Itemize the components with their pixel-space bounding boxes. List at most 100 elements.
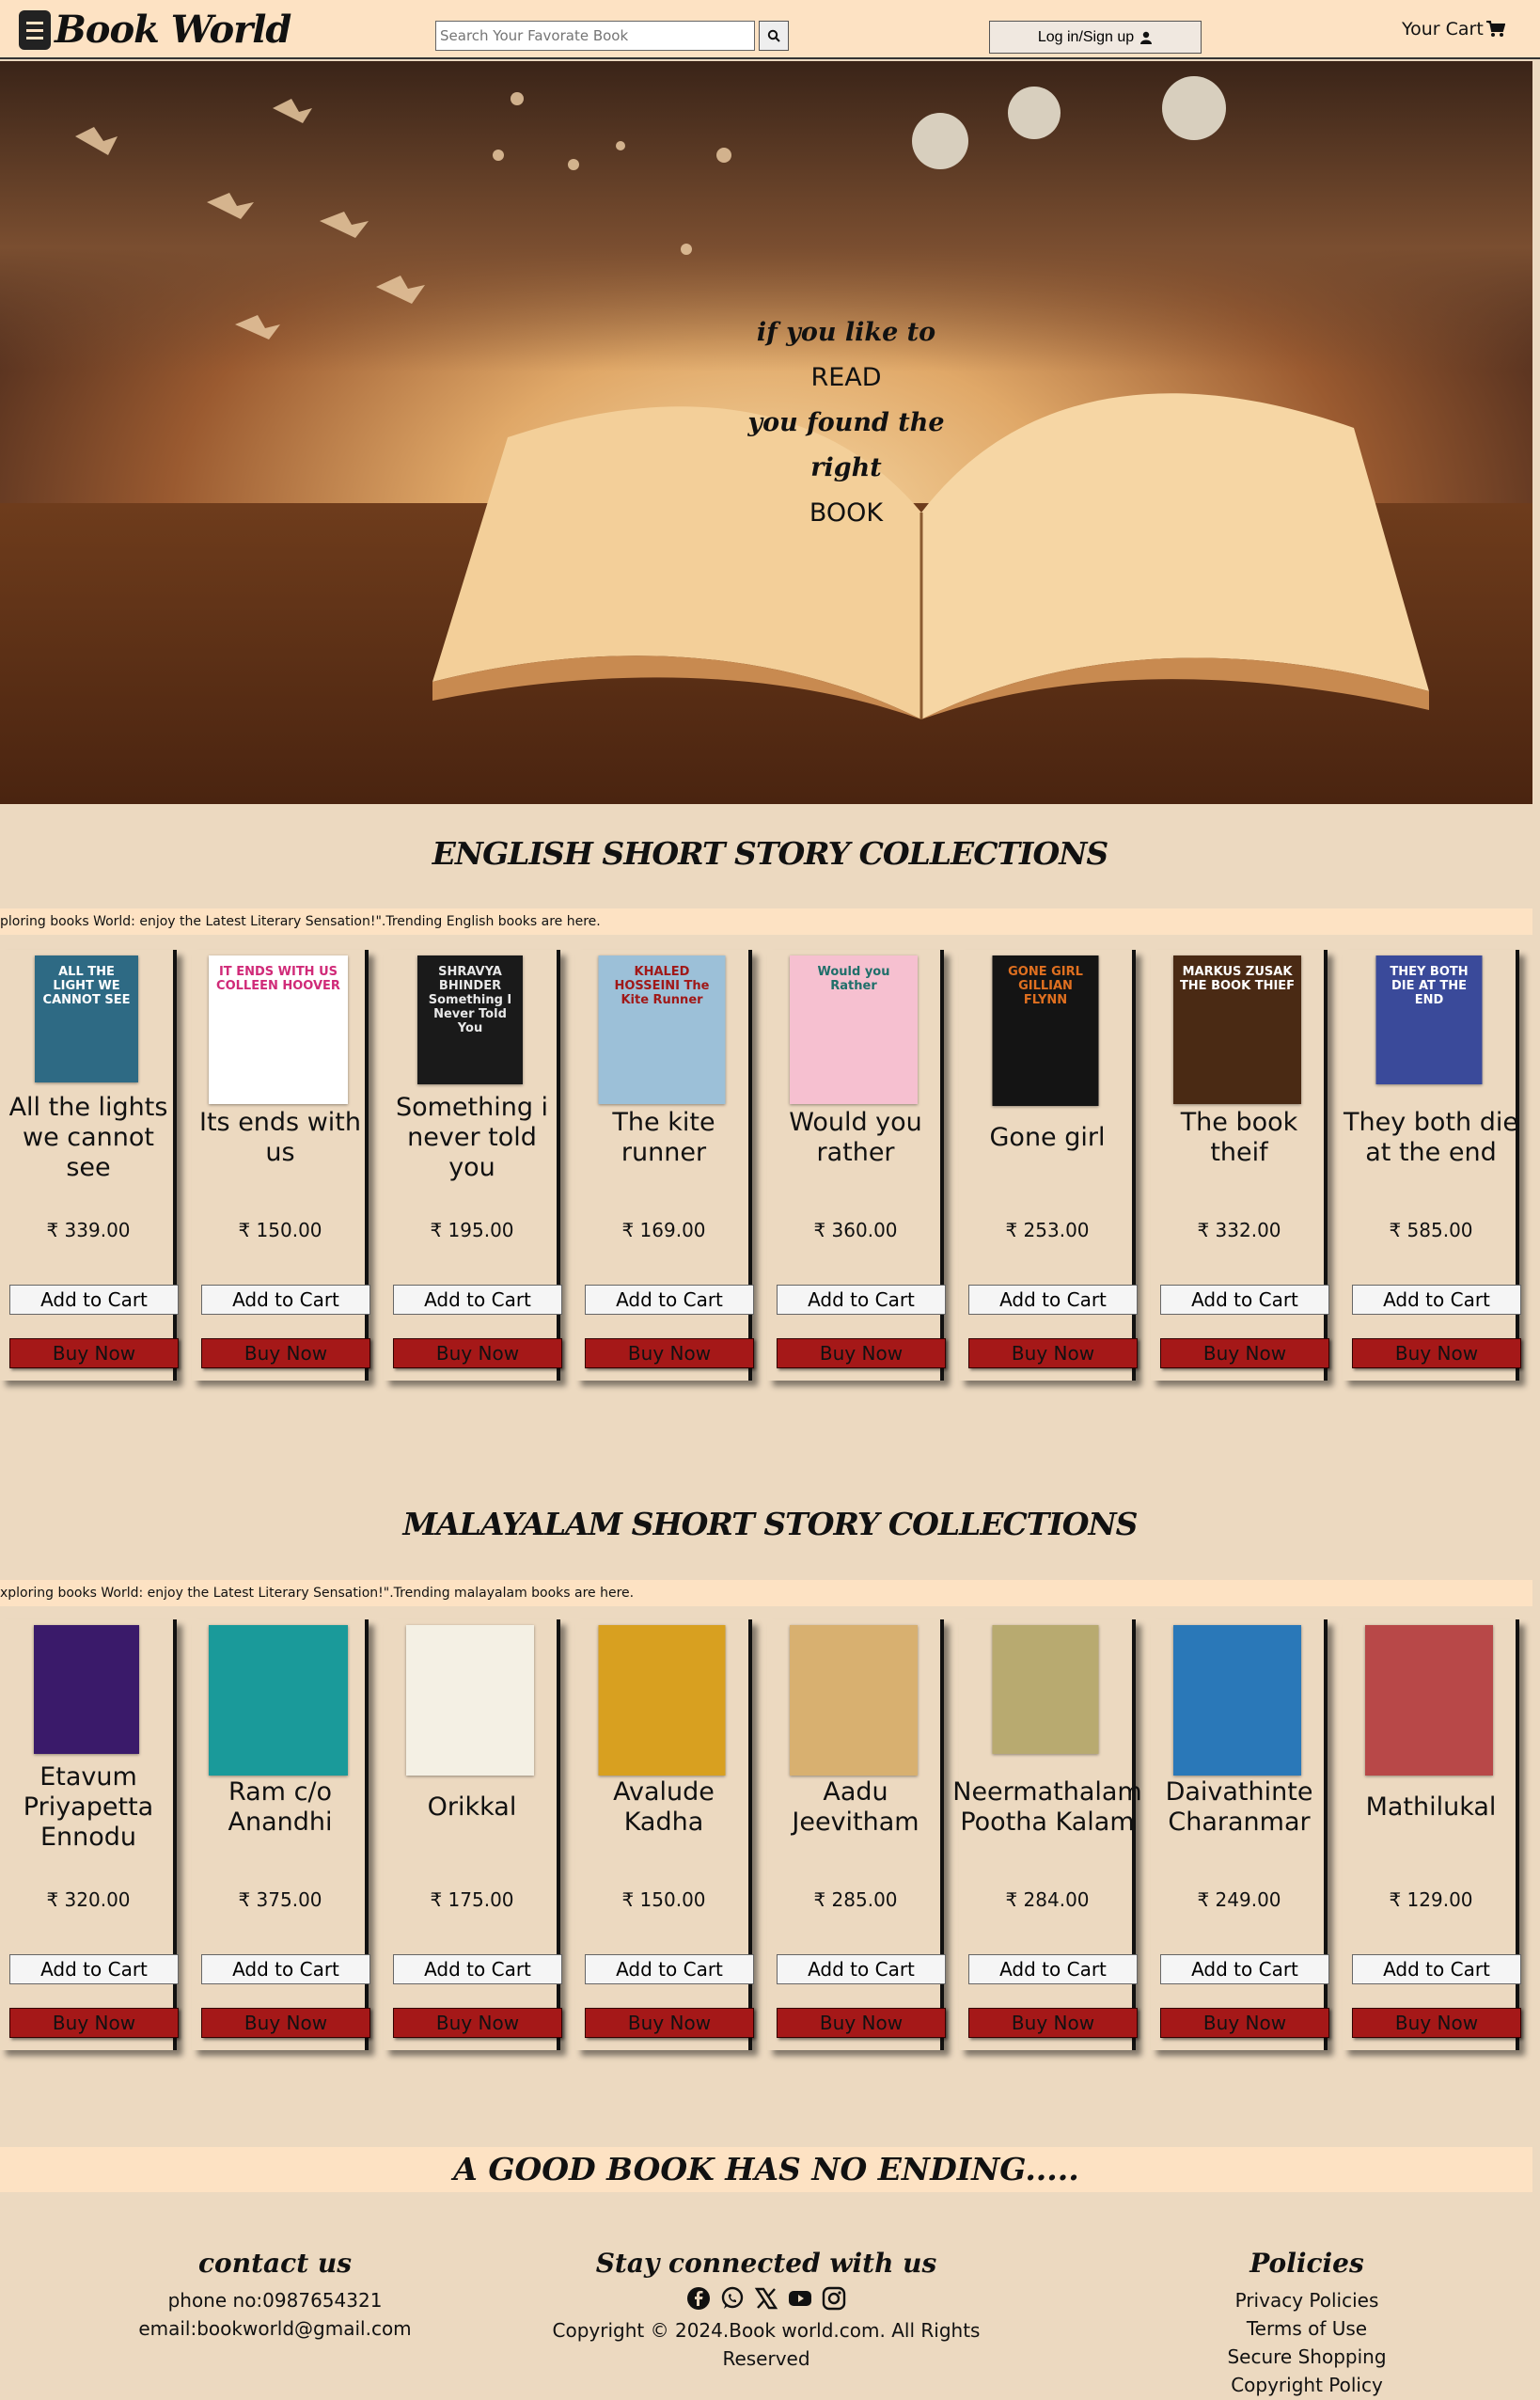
policy-link-secure[interactable]: Secure Shopping <box>1166 2343 1448 2371</box>
book-cover-image[interactable]: IT ENDS WITH US COLLEEN HOOVER <box>209 955 348 1104</box>
add-to-cart-button[interactable]: Add to Cart <box>585 1285 754 1315</box>
buy-now-button[interactable]: Buy Now <box>1352 1338 1521 1368</box>
search-input[interactable] <box>435 21 755 51</box>
book-price: ₹ 332.00 <box>1197 1219 1281 1241</box>
add-to-cart-button[interactable]: Add to Cart <box>968 1285 1138 1315</box>
book-card[interactable]: MARKUS ZUSAK THE BOOK THIEF The book thei… <box>1151 950 1329 1381</box>
book-price: ₹ 284.00 <box>1005 1888 1090 1911</box>
book-cover-image[interactable]: GONE GIRL GILLIAN FLYNN <box>992 955 1099 1106</box>
footer-contact: contact us phone no:0987654321 email:boo… <box>113 2248 437 2343</box>
book-cover-image[interactable] <box>1173 1625 1301 1776</box>
policy-link-terms[interactable]: Terms of Use <box>1166 2314 1448 2343</box>
book-title: Something i never told you <box>395 1093 549 1182</box>
hero-line-2: READ <box>810 363 882 392</box>
add-to-cart-button[interactable]: Add to Cart <box>777 1954 946 1984</box>
book-card[interactable]: Would you Rather Would you rather ₹ 360.00… <box>767 950 946 1381</box>
book-card[interactable]: Neermathalam Pootha Kalam ₹ 284.00 Add to … <box>952 1619 1142 2050</box>
whatsapp-icon[interactable] <box>720 2286 745 2311</box>
book-title: They both die at the end <box>1344 1108 1518 1167</box>
book-cover-image[interactable] <box>406 1625 534 1776</box>
book-card[interactable]: Ram c/o Anandhi ₹ 375.00 Add to Cart Buy No… <box>192 1619 370 2050</box>
add-to-cart-button[interactable]: Add to Cart <box>1352 1954 1521 1984</box>
buy-now-button[interactable]: Buy Now <box>777 2008 946 2038</box>
book-card[interactable]: ALL THE LIGHT WE CANNOT SEE All the light… <box>0 950 179 1381</box>
cart-label: Your Cart <box>1402 19 1484 39</box>
book-card[interactable]: THEY BOTH DIE AT THE END They both die at… <box>1343 950 1521 1381</box>
book-card[interactable]: KHALED HOSSEINI The Kite Runner The kite … <box>575 950 754 1381</box>
book-card[interactable]: Aadu Jeevitham ₹ 285.00 Add to Cart Buy Now <box>767 1619 946 2050</box>
book-card[interactable]: Mathilukal ₹ 129.00 Add to Cart Buy Now <box>1343 1619 1521 2050</box>
book-card[interactable]: GONE GIRL GILLIAN FLYNN Gone girl ₹ 253.00… <box>959 950 1138 1381</box>
login-signup-button[interactable]: Log in/Sign up <box>989 21 1202 54</box>
buy-now-button[interactable]: Buy Now <box>393 2008 562 2038</box>
buy-now-button[interactable]: Buy Now <box>201 1338 370 1368</box>
buy-now-button[interactable]: Buy Now <box>777 1338 946 1368</box>
facebook-icon[interactable] <box>686 2286 711 2311</box>
book-cover-image[interactable]: ALL THE LIGHT WE CANNOT SEE <box>35 955 138 1082</box>
buy-now-button[interactable]: Buy Now <box>1352 2008 1521 2038</box>
add-to-cart-button[interactable]: Add to Cart <box>201 1954 370 1984</box>
book-price: ₹ 169.00 <box>621 1219 706 1241</box>
buy-now-button[interactable]: Buy Now <box>201 2008 370 2038</box>
book-logo-icon <box>19 9 51 50</box>
hero-line-4: BOOK <box>809 498 884 528</box>
buy-now-button[interactable]: Buy Now <box>968 1338 1138 1368</box>
book-card[interactable]: SHRAVYA BHINDER Something I Never Told Y… <box>384 950 562 1381</box>
book-price: ₹ 150.00 <box>621 1888 706 1911</box>
add-to-cart-button[interactable]: Add to Cart <box>1160 1954 1329 1984</box>
book-cover-image[interactable] <box>209 1625 348 1776</box>
english-section-title: ENGLISH SHORT STORY COLLECTIONS <box>432 835 1108 872</box>
instagram-icon[interactable] <box>822 2286 846 2311</box>
book-cover-text: MARKUS ZUSAK THE BOOK THIEF <box>1179 965 1296 993</box>
buy-now-button[interactable]: Buy Now <box>393 1338 562 1368</box>
book-card[interactable]: IT ENDS WITH US COLLEEN HOOVER Its ends w… <box>192 950 370 1381</box>
add-to-cart-button[interactable]: Add to Cart <box>777 1285 946 1315</box>
book-cover-image[interactable] <box>790 1625 918 1776</box>
book-card[interactable]: Etavum Priyapetta Ennodu ₹ 320.00 Add to C… <box>0 1619 179 2050</box>
book-cover-image[interactable]: MARKUS ZUSAK THE BOOK THIEF <box>1173 955 1301 1104</box>
add-to-cart-button[interactable]: Add to Cart <box>201 1285 370 1315</box>
buy-now-button[interactable]: Buy Now <box>1160 1338 1329 1368</box>
book-cover-image[interactable]: SHRAVYA BHINDER Something I Never Told Y… <box>417 955 523 1084</box>
social-title: Stay connected with us <box>595 2248 937 2279</box>
malayalam-book-row: Etavum Priyapetta Ennodu ₹ 320.00 Add to C… <box>0 1619 1540 2071</box>
book-cover-image[interactable]: THEY BOTH DIE AT THE END <box>1375 955 1483 1084</box>
book-card[interactable]: Orikkal ₹ 175.00 Add to Cart Buy Now <box>384 1619 562 2050</box>
add-to-cart-button[interactable]: Add to Cart <box>968 1954 1138 1984</box>
book-cover-image[interactable]: Would you Rather <box>790 955 918 1104</box>
book-cover-image[interactable] <box>1365 1625 1493 1776</box>
buy-now-button[interactable]: Buy Now <box>9 1338 179 1368</box>
add-to-cart-button[interactable]: Add to Cart <box>1160 1285 1329 1315</box>
add-to-cart-button[interactable]: Add to Cart <box>1352 1285 1521 1315</box>
buy-now-button[interactable]: Buy Now <box>968 2008 1138 2038</box>
policy-link-privacy[interactable]: Privacy Policies <box>1166 2286 1448 2314</box>
youtube-icon[interactable] <box>788 2286 812 2311</box>
contact-phone: phone no:0987654321 <box>167 2289 383 2312</box>
add-to-cart-button[interactable]: Add to Cart <box>9 1285 179 1315</box>
policy-link-copyright[interactable]: Copyright Policy <box>1166 2371 1448 2399</box>
cart-link[interactable]: Your Cart <box>1402 19 1505 39</box>
logo[interactable]: Book World <box>19 8 291 52</box>
book-card[interactable]: Daivathinte Charanmar ₹ 249.00 Add to Cart… <box>1151 1619 1329 2050</box>
buy-now-button[interactable]: Buy Now <box>1160 2008 1329 2038</box>
english-ticker: ploring books World: enjoy the Latest Li… <box>0 908 1532 935</box>
add-to-cart-button[interactable]: Add to Cart <box>393 1285 562 1315</box>
buy-now-button[interactable]: Buy Now <box>585 2008 754 2038</box>
book-cover-image[interactable] <box>34 1625 139 1754</box>
buy-now-button[interactable]: Buy Now <box>9 2008 179 2038</box>
buy-now-button[interactable]: Buy Now <box>585 1338 754 1368</box>
book-price: ₹ 320.00 <box>46 1888 131 1911</box>
book-cover-image[interactable]: KHALED HOSSEINI The Kite Runner <box>598 955 726 1104</box>
book-price: ₹ 150.00 <box>238 1219 322 1241</box>
book-card[interactable]: Avalude Kadha ₹ 150.00 Add to Cart Buy Now <box>575 1619 754 2050</box>
add-to-cart-button[interactable]: Add to Cart <box>9 1954 179 1984</box>
x-twitter-icon[interactable] <box>754 2286 778 2311</box>
book-title: All the lights we cannot see <box>8 1093 168 1182</box>
add-to-cart-button[interactable]: Add to Cart <box>393 1954 562 1984</box>
book-cover-image[interactable] <box>992 1625 1099 1754</box>
add-to-cart-button[interactable]: Add to Cart <box>585 1954 754 1984</box>
book-cover-image[interactable] <box>598 1625 726 1776</box>
hero-banner: if you like to READ you found the right … <box>0 61 1532 804</box>
book-title: Gone girl <box>989 1123 1106 1152</box>
search-button[interactable] <box>759 21 789 51</box>
